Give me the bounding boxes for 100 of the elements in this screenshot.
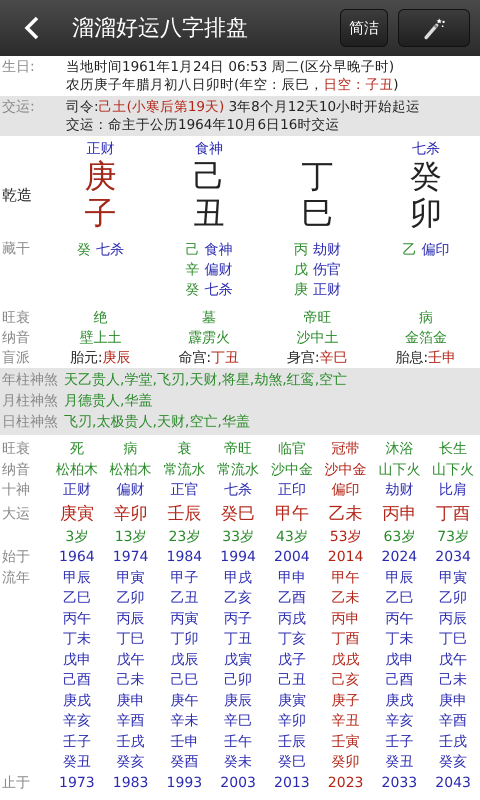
annual-pillar: 癸酉 <box>169 753 200 772</box>
annual-pillar: 丙寅 <box>169 610 200 628</box>
annual-pillar: 丙辰 <box>116 610 146 628</box>
growth-stage: 死 <box>68 440 85 459</box>
simple-view-button[interactable]: 简洁 <box>340 9 388 47</box>
annual-pillar: 丙申 <box>330 610 361 628</box>
end-year: 1973 <box>58 774 96 792</box>
annual-pillar: 丙午 <box>62 610 92 628</box>
ten-god-label: 正官 <box>169 481 200 500</box>
row-label: 始于 <box>1 548 31 567</box>
ten-god-label: 七杀 <box>410 140 441 158</box>
start-year: 2024 <box>380 548 418 567</box>
annual-pillar: 乙丑 <box>169 589 200 608</box>
hidden-stem: 丙 <box>294 241 308 260</box>
palace-value: 庚辰 <box>102 350 131 366</box>
nayin-element: 壁上土 <box>78 329 122 348</box>
luck-pillar[interactable]: 辛卯 <box>104 500 158 526</box>
end-year: 1993 <box>166 774 204 792</box>
luck-pillar[interactable]: 庚寅 <box>50 500 104 526</box>
palace-label: 命宫: <box>178 350 212 366</box>
luck-pillar[interactable]: 丁酉 <box>426 500 480 526</box>
luck-pillar[interactable]: 丙申 <box>372 500 426 526</box>
annual-pillar: 辛亥 <box>384 712 414 731</box>
growth-stage: 帝旺 <box>223 440 254 459</box>
palace-label: 身宫: <box>286 350 320 366</box>
annual-pillar: 辛亥 <box>62 712 92 731</box>
growth-stage: 绝 <box>92 309 108 328</box>
row-label: 十神 <box>1 481 31 500</box>
annual-pillar: 辛未 <box>169 712 200 731</box>
annual-pillar: 庚戌 <box>62 692 92 710</box>
growth-stage: 沐浴 <box>384 440 414 459</box>
nayin-element: 山下火 <box>431 460 476 480</box>
end-year: 1983 <box>112 774 150 792</box>
heavenly-stem: 丁 <box>301 158 334 195</box>
ten-god-label: 七杀 <box>204 281 232 300</box>
birth-text: 当地时间1961年1月24日 06:53 周二(区分早晚子时) <box>66 58 396 76</box>
luck-pillar[interactable]: 癸巳 <box>211 500 265 526</box>
growth-stage: 衰 <box>176 440 192 459</box>
palace-value: 壬申 <box>428 350 456 366</box>
magic-wand-button[interactable] <box>398 9 470 47</box>
growth-stage: 病 <box>418 309 434 328</box>
end-year: 2013 <box>273 774 311 792</box>
ten-god-label: 伤官 <box>312 261 341 280</box>
annual-pillar: 庚戌 <box>384 692 414 710</box>
app-title: 溜溜好运八字排盘 <box>72 15 249 43</box>
hidden-stem: 己 <box>185 241 200 260</box>
annual-pillar: 甲辰 <box>384 568 414 588</box>
nayin-element: 松柏木 <box>54 460 99 480</box>
row-label: 藏干 <box>1 240 31 258</box>
growth-stage: 墓 <box>200 309 217 328</box>
palace-value: 丁丑 <box>211 350 240 366</box>
nayin-element: 松柏木 <box>108 460 153 480</box>
row-label: 日柱神煞 <box>2 413 58 432</box>
spirit-stars-text: 月德贵人,华盖 <box>64 392 152 411</box>
ten-god-label: 劫财 <box>384 481 414 500</box>
hidden-stem: 乙 <box>402 241 416 260</box>
annual-pillar: 丁酉 <box>330 630 361 649</box>
ten-god-label: 偏印 <box>330 481 361 500</box>
annual-pillar: 戊寅 <box>223 650 254 670</box>
nayin-element: 霹雳火 <box>186 329 231 348</box>
luck-start-text: 司令:己土(小寒后第19天) 3年8个月12天10小时开始起运 <box>66 98 420 116</box>
growth-stage: 病 <box>122 440 139 459</box>
age-label: 3岁 <box>64 528 90 546</box>
annual-pillar: 己酉 <box>384 671 414 690</box>
annual-pillar: 壬午 <box>223 732 254 752</box>
palace-value: 辛巳 <box>320 350 348 366</box>
annual-pillar: 戊午 <box>438 650 468 670</box>
row-label: 纳音 <box>1 329 31 348</box>
annual-pillar: 庚午 <box>169 692 200 710</box>
annual-pillar: 戊辰 <box>169 650 200 670</box>
growth-stage: 帝旺 <box>302 309 332 328</box>
growth-stage: 临官 <box>276 440 307 459</box>
ten-god-label: 偏财 <box>204 261 232 280</box>
row-label: 大运 <box>1 504 31 524</box>
end-year: 2033 <box>380 774 418 792</box>
annual-pillar: 己巳 <box>169 671 200 690</box>
earthly-branch: 卯 <box>410 195 442 232</box>
annual-pillar: 丙辰 <box>438 610 468 628</box>
palace-label: 胎元: <box>70 350 103 366</box>
row-label: 旺衰 <box>1 309 31 328</box>
nayin-element: 沙中土 <box>295 329 340 348</box>
ten-god-label: 正财 <box>312 281 341 300</box>
row-label: 纳音 <box>1 460 31 480</box>
annual-pillar: 丁巳 <box>438 630 468 649</box>
luck-pillar[interactable]: 甲午 <box>265 500 319 526</box>
back-icon[interactable] <box>24 16 40 40</box>
annual-pillar: 乙卯 <box>116 589 146 608</box>
ten-god-label: 正财 <box>62 481 92 500</box>
luck-pillar[interactable]: 乙未 <box>318 500 372 526</box>
annual-pillar: 丁未 <box>62 630 92 649</box>
age-label: 23岁 <box>167 528 202 546</box>
end-year: 2023 <box>326 774 364 792</box>
end-year: 2003 <box>219 774 257 792</box>
luck-pillar[interactable]: 壬辰 <box>158 500 212 526</box>
earthly-branch: 丑 <box>192 195 225 232</box>
earthly-branch: 巳 <box>301 195 334 232</box>
annual-pillar: 壬辰 <box>276 732 307 752</box>
nayin-element: 常流水 <box>162 460 206 480</box>
luck-start-text: 交运：命主于公历1964年10月6日16时交运 <box>66 116 340 134</box>
annual-pillar: 乙巳 <box>384 589 414 608</box>
